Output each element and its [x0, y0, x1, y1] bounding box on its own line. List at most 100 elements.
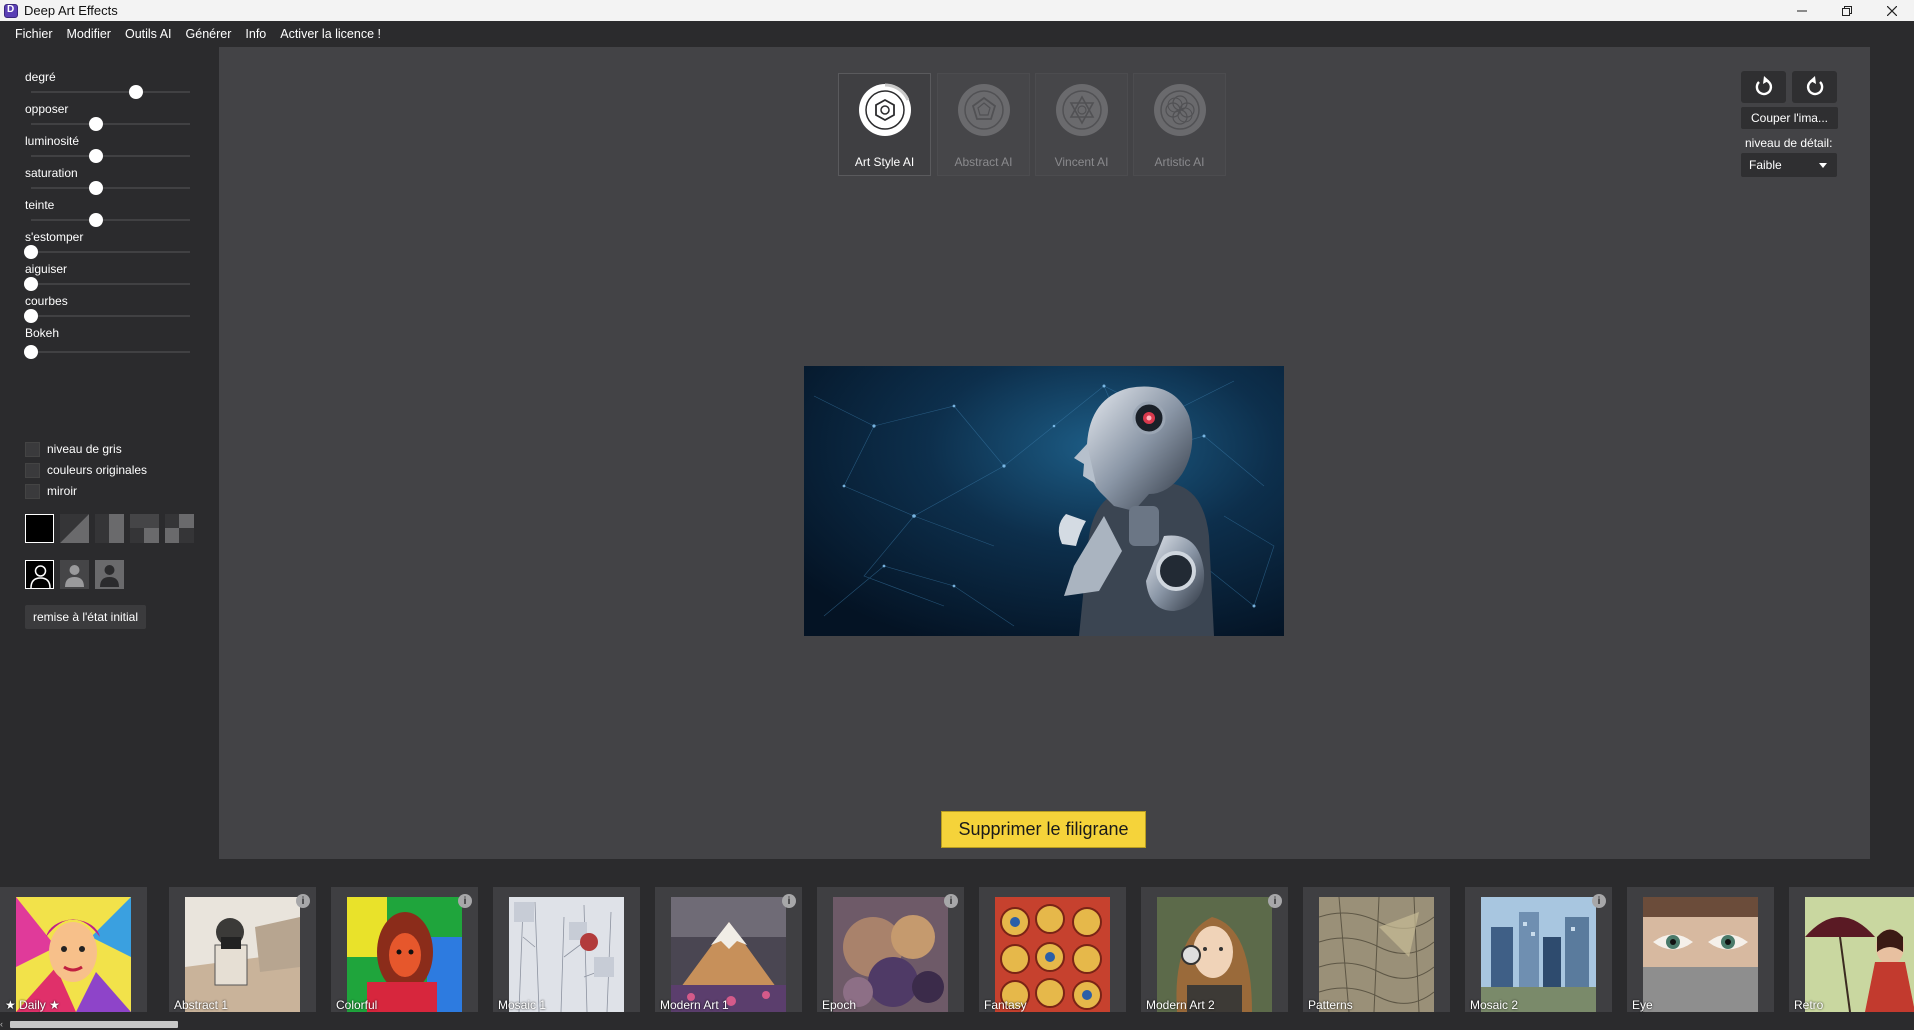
- split-diagonal-button[interactable]: [60, 514, 89, 543]
- style-strip: ★ Daily ★ i Abstract 1 i Colorful Mosaic…: [0, 887, 1914, 1012]
- style-label: Eye: [1632, 998, 1653, 1012]
- menu-outils-ai[interactable]: Outils AI: [118, 27, 179, 41]
- slider-track[interactable]: [31, 283, 190, 285]
- slider-thumb[interactable]: [89, 149, 104, 163]
- info-icon[interactable]: i: [1592, 894, 1606, 908]
- style-thumbnail: [1319, 897, 1434, 1012]
- style-card-fantasy[interactable]: Fantasy: [979, 887, 1126, 1012]
- slider-thumb[interactable]: [128, 85, 143, 99]
- checkbox-box[interactable]: [25, 483, 40, 499]
- slider-thumb[interactable]: [24, 309, 38, 323]
- info-icon[interactable]: i: [458, 894, 472, 908]
- info-icon[interactable]: i: [782, 894, 796, 908]
- slider-track[interactable]: [31, 351, 190, 353]
- menu-modifier[interactable]: Modifier: [60, 27, 118, 41]
- slider-thumb[interactable]: [89, 181, 104, 195]
- menu-info[interactable]: Info: [238, 27, 273, 41]
- slider-label: saturation: [25, 166, 78, 180]
- redo-button[interactable]: [1792, 71, 1837, 103]
- info-icon[interactable]: i: [944, 894, 958, 908]
- style-thumbnail: [671, 897, 786, 1012]
- style-card-patterns[interactable]: Patterns: [1303, 887, 1450, 1012]
- style-thumbnail: [995, 897, 1110, 1012]
- style-label: Mosaic 1: [498, 998, 547, 1012]
- slider-thumb[interactable]: [24, 277, 38, 291]
- style-card-retro[interactable]: Retro: [1789, 887, 1914, 1012]
- tab-label: Artistic AI: [1154, 155, 1205, 169]
- slider-label: degré: [25, 70, 56, 84]
- split-vertical-button[interactable]: [95, 514, 124, 543]
- slider-thumb[interactable]: [24, 345, 38, 359]
- close-button[interactable]: [1869, 0, 1914, 21]
- style-card-mosaic-2[interactable]: i Mosaic 2: [1465, 887, 1612, 1012]
- crop-image-button[interactable]: Couper l'ima...: [1741, 107, 1838, 129]
- style-card-daily[interactable]: ★ Daily ★: [0, 887, 147, 1012]
- minimize-icon: [1796, 10, 1807, 11]
- portrait-outline-button[interactable]: [25, 560, 54, 589]
- minimize-button[interactable]: [1779, 0, 1824, 21]
- style-card-mosaic-1[interactable]: Mosaic 1: [493, 887, 640, 1012]
- style-card-colorful[interactable]: i Colorful: [331, 887, 478, 1012]
- info-icon[interactable]: i: [1268, 894, 1282, 908]
- menu-generer[interactable]: Générer: [179, 27, 239, 41]
- detail-level-select[interactable]: Faible: [1741, 153, 1837, 177]
- checkbox-original-colors[interactable]: couleurs originales: [25, 461, 147, 479]
- menu-activer-licence[interactable]: Activer la licence !: [273, 27, 388, 41]
- tab-vincent-ai[interactable]: Vincent AI: [1035, 73, 1128, 176]
- style-card-epoch[interactable]: i Epoch: [817, 887, 964, 1012]
- scrollbar-thumb[interactable]: [10, 1021, 178, 1028]
- split-quarter-button[interactable]: [130, 514, 159, 543]
- checkbox-grayscale[interactable]: niveau de gris: [25, 440, 122, 458]
- slider-track[interactable]: [31, 315, 190, 317]
- slider-thumb[interactable]: [89, 213, 104, 227]
- menu-bar: Fichier Modifier Outils AI Générer Info …: [0, 21, 1914, 47]
- reset-button[interactable]: remise à l'état initial: [25, 605, 146, 629]
- split-mode-row: [25, 514, 194, 543]
- checkbox-box[interactable]: [25, 441, 40, 457]
- split-grid-button[interactable]: [165, 514, 194, 543]
- style-preview-image: [347, 897, 462, 1012]
- scroll-left-icon[interactable]: ‹: [0, 1019, 3, 1029]
- tab-abstract-ai[interactable]: Abstract AI: [937, 73, 1030, 176]
- split-vertical-icon: [95, 514, 124, 543]
- split-full-button[interactable]: [25, 514, 54, 543]
- checkbox-box[interactable]: [25, 462, 40, 478]
- slider-label: aiguiser: [25, 262, 68, 276]
- slider-track[interactable]: [31, 155, 190, 157]
- portrait-background-button[interactable]: [95, 560, 124, 589]
- checkbox-mirror[interactable]: miroir: [25, 482, 77, 500]
- style-preview-image: [185, 897, 300, 1012]
- redo-icon: [1806, 76, 1823, 96]
- slider-thumb[interactable]: [24, 245, 38, 259]
- style-label: Epoch: [822, 998, 857, 1012]
- tab-artistic-ai[interactable]: Artistic AI: [1133, 73, 1226, 176]
- slider-thumb[interactable]: [89, 117, 104, 131]
- undo-button[interactable]: [1741, 71, 1786, 103]
- style-card-modern-art-2[interactable]: i Modern Art 2: [1141, 887, 1288, 1012]
- portrait-filled-button[interactable]: [60, 560, 89, 589]
- slider-track[interactable]: [31, 251, 190, 253]
- style-preview-image: [509, 897, 624, 1012]
- title-bar: Deep Art Effects: [0, 0, 1914, 21]
- slider-track[interactable]: [31, 187, 190, 189]
- image-preview[interactable]: [804, 366, 1284, 636]
- tab-label: Vincent AI: [1054, 155, 1109, 169]
- slider-track[interactable]: [31, 219, 190, 221]
- style-preview-image: [1319, 897, 1434, 1012]
- info-icon[interactable]: i: [296, 894, 310, 908]
- style-thumbnail: [1157, 897, 1272, 1012]
- style-label: Retro: [1794, 998, 1824, 1012]
- style-card-modern-art-1[interactable]: i Modern Art 1: [655, 887, 802, 1012]
- style-preview-image: [671, 897, 786, 1012]
- menu-fichier[interactable]: Fichier: [8, 27, 60, 41]
- slider-9[interactable]: Bokeh: [24, 326, 190, 365]
- style-card-abstract-1[interactable]: i Abstract 1: [169, 887, 316, 1012]
- style-strip-scrollbar[interactable]: ‹: [0, 1018, 1914, 1030]
- tab-art-style-ai[interactable]: Art Style AI: [838, 73, 931, 176]
- style-card-eye[interactable]: Eye: [1627, 887, 1774, 1012]
- slider-track[interactable]: [31, 123, 190, 125]
- maximize-button[interactable]: [1824, 0, 1869, 21]
- slider-label: Bokeh: [25, 326, 60, 340]
- slider-track[interactable]: [31, 91, 190, 93]
- remove-watermark-button[interactable]: Supprimer le filigrane: [941, 811, 1146, 848]
